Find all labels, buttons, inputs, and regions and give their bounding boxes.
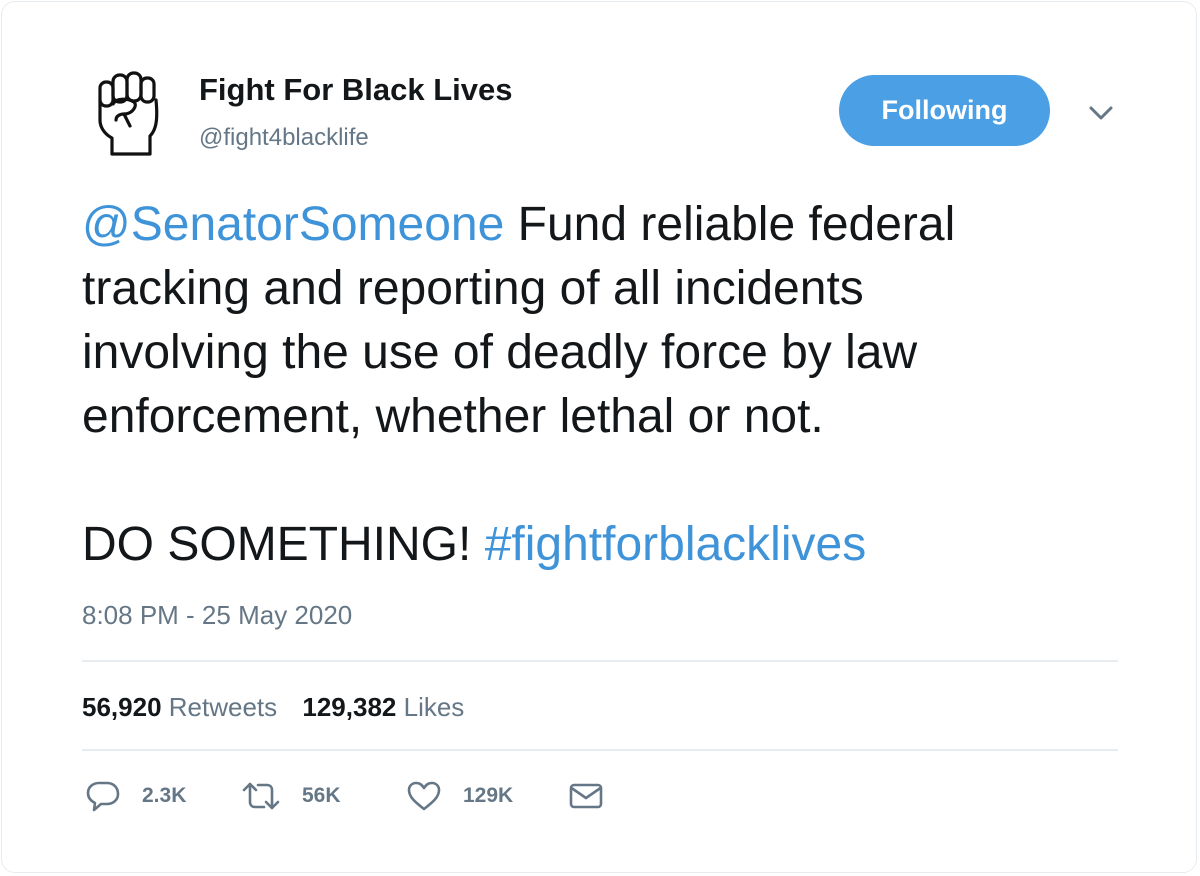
reply-count: 2.3K: [142, 784, 187, 807]
tweet-text-line-2: tracking and reporting of all incidents: [82, 262, 864, 315]
action-bar: 2.3K 56K 129K: [86, 780, 603, 812]
reply-bubble-icon: [86, 781, 120, 812]
tweet-text-line-1: Fund reliable federal: [504, 198, 956, 251]
tweet-cta-text: DO SOMETHING!: [82, 518, 485, 571]
likes-stat[interactable]: 129,382 Likes: [302, 692, 464, 723]
tweet-text-line-3: involving the use of deadly force by law: [82, 326, 918, 379]
retweet-count: 56K: [302, 784, 341, 807]
divider: [82, 749, 1118, 751]
heart-icon: [407, 781, 441, 811]
retweets-count: 56,920: [82, 692, 162, 722]
reply-button[interactable]: 2.3K: [86, 780, 242, 812]
display-name[interactable]: Fight For Black Lives: [199, 72, 513, 108]
tweet-text: @SenatorSomeone Fund reliable federal tr…: [82, 193, 1102, 449]
like-count: 129K: [463, 784, 514, 807]
mention-link[interactable]: @SenatorSomeone: [82, 198, 504, 251]
tweet-timestamp[interactable]: 8:08 PM - 25 May 2020: [82, 600, 352, 631]
engagement-stats: 56,920 Retweets 129,382 Likes: [82, 692, 482, 723]
likes-count: 129,382: [302, 692, 397, 722]
like-button[interactable]: 129K: [407, 781, 569, 811]
divider: [82, 660, 1118, 662]
hashtag-link[interactable]: #fightforblacklives: [485, 518, 867, 571]
envelope-icon: [569, 783, 603, 809]
tweet-cta-line: DO SOMETHING! #fightforblacklives: [82, 513, 866, 577]
following-button[interactable]: Following: [839, 75, 1050, 146]
raised-fist-icon[interactable]: [94, 70, 166, 156]
direct-message-button[interactable]: [569, 782, 603, 810]
retweets-stat[interactable]: 56,920 Retweets: [82, 692, 277, 723]
likes-label: Likes: [403, 692, 465, 722]
tweet-text-line-4: enforcement, whether lethal or not.: [82, 390, 824, 443]
retweets-label: Retweets: [168, 692, 278, 722]
user-handle[interactable]: @fight4blacklife: [199, 124, 369, 152]
chevron-down-icon[interactable]: [1088, 104, 1114, 122]
retweet-icon: [242, 782, 280, 810]
retweet-button[interactable]: 56K: [242, 781, 407, 811]
